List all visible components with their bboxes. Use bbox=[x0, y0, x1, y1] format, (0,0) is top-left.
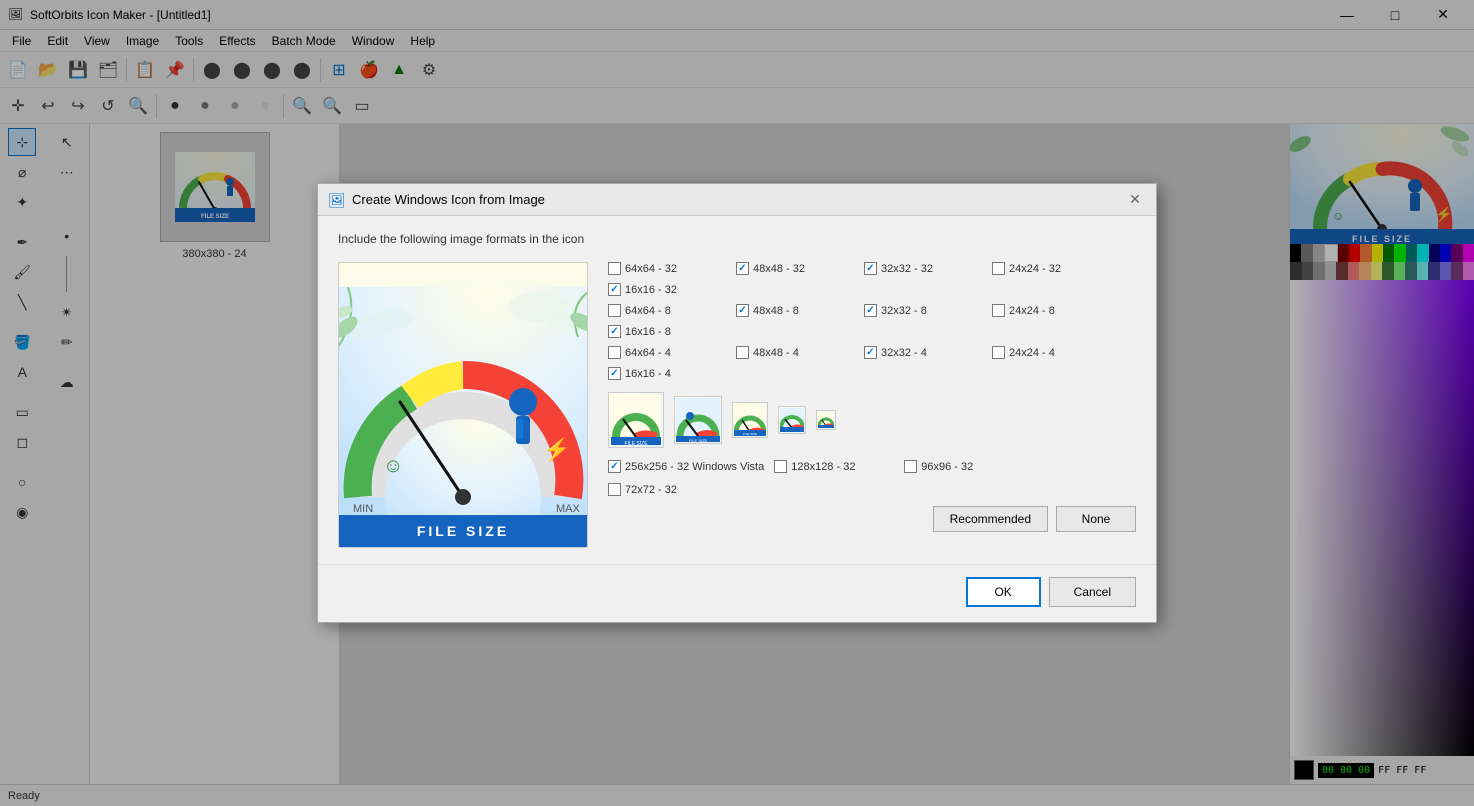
action-buttons-row: Recommended None bbox=[608, 506, 1136, 532]
svg-text:MIN: MIN bbox=[353, 503, 373, 515]
cb-24x24-8-label: 24x24 - 8 bbox=[1009, 305, 1055, 317]
cb-48x48-32-label: 48x48 - 32 bbox=[753, 263, 805, 275]
cb-32x32-8-label: 32x32 - 8 bbox=[881, 305, 927, 317]
cb-96x96-32: 96x96 - 32 bbox=[904, 460, 1024, 473]
cb-32x32-32-box[interactable] bbox=[864, 262, 877, 275]
thumb-24-img bbox=[778, 406, 806, 434]
thumb-32: FILE SIZE bbox=[732, 402, 768, 438]
dialog-title: Create Windows Icon from Image bbox=[352, 192, 1124, 207]
thumb-24 bbox=[778, 406, 806, 434]
cb-256x256-vista: 256x256 - 32 Windows Vista bbox=[608, 460, 764, 473]
checkbox-row-32bpp: 64x64 - 32 48x48 - 32 32x32 - 32 bbox=[608, 262, 1136, 296]
cb-32x32-8-box[interactable] bbox=[864, 304, 877, 317]
cb-24x24-4: 24x24 - 4 bbox=[992, 346, 1112, 359]
ok-button[interactable]: OK bbox=[966, 577, 1041, 607]
svg-text:⚡: ⚡ bbox=[543, 437, 570, 463]
dialog-preview: ⚡ ☺ MIN MAX FILE SIZE bbox=[338, 262, 588, 548]
cb-72x72-32: 72x72 - 32 bbox=[608, 483, 728, 496]
cb-16x16-8-box[interactable] bbox=[608, 325, 621, 338]
svg-text:MAX: MAX bbox=[556, 503, 581, 515]
dialog-instruction: Include the following image formats in t… bbox=[338, 232, 1136, 246]
cb-48x48-4-label: 48x48 - 4 bbox=[753, 347, 799, 359]
dialog-icon: 🖼 bbox=[328, 192, 344, 208]
options-panel: 64x64 - 32 48x48 - 32 32x32 - 32 bbox=[608, 262, 1136, 548]
recommended-button[interactable]: Recommended bbox=[933, 506, 1048, 532]
cb-48x48-8-label: 48x48 - 8 bbox=[753, 305, 799, 317]
cb-16x16-4-label: 16x16 - 4 bbox=[625, 368, 671, 380]
dialog-close-button[interactable]: ✕ bbox=[1124, 189, 1146, 211]
cb-16x16-8: 16x16 - 8 bbox=[608, 325, 728, 338]
cb-24x24-8: 24x24 - 8 bbox=[992, 304, 1112, 317]
cancel-button[interactable]: Cancel bbox=[1049, 577, 1136, 607]
cb-32x32-4-label: 32x32 - 4 bbox=[881, 347, 927, 359]
svg-text:FILE SIZE: FILE SIZE bbox=[417, 523, 509, 539]
cb-64x64-8-label: 64x64 - 8 bbox=[625, 305, 671, 317]
cb-256x256-box[interactable] bbox=[608, 460, 621, 473]
cb-72x72-label: 72x72 - 32 bbox=[625, 484, 677, 496]
cb-32x32-32: 32x32 - 32 bbox=[864, 262, 984, 275]
cb-64x64-4-label: 64x64 - 4 bbox=[625, 347, 671, 359]
cb-96x96-label: 96x96 - 32 bbox=[921, 461, 973, 473]
cb-72x72-box[interactable] bbox=[608, 483, 621, 496]
cb-16x16-32-label: 16x16 - 32 bbox=[625, 284, 677, 296]
cb-32x32-32-label: 32x32 - 32 bbox=[881, 263, 933, 275]
cb-48x48-32: 48x48 - 32 bbox=[736, 262, 856, 275]
checkbox-row-4bpp: 64x64 - 4 48x48 - 4 32x32 - 4 24x24 bbox=[608, 346, 1136, 380]
cb-16x16-4-box[interactable] bbox=[608, 367, 621, 380]
create-icon-dialog: 🖼 Create Windows Icon from Image ✕ Inclu… bbox=[317, 183, 1157, 623]
dialog-body: Include the following image formats in t… bbox=[318, 216, 1156, 564]
cb-16x16-32-box[interactable] bbox=[608, 283, 621, 296]
cb-48x48-32-box[interactable] bbox=[736, 262, 749, 275]
svg-text:FILE SIZE: FILE SIZE bbox=[743, 432, 757, 436]
checkbox-row-8bpp: 64x64 - 8 48x48 - 8 32x32 - 8 24x24 bbox=[608, 304, 1136, 338]
cb-48x48-8-box[interactable] bbox=[736, 304, 749, 317]
svg-text:FILE SIZE: FILE SIZE bbox=[624, 441, 648, 445]
dialog-footer: OK Cancel bbox=[318, 564, 1156, 619]
cb-16x16-4: 16x16 - 4 bbox=[608, 367, 728, 380]
modal-overlay: 🖼 Create Windows Icon from Image ✕ Inclu… bbox=[0, 0, 1474, 806]
none-button[interactable]: None bbox=[1056, 506, 1136, 532]
cb-24x24-32-label: 24x24 - 32 bbox=[1009, 263, 1061, 275]
dialog-preview-svg: ⚡ ☺ MIN MAX FILE SIZE bbox=[338, 287, 588, 547]
cb-64x64-4: 64x64 - 4 bbox=[608, 346, 728, 359]
thumb-64-img: FILE SIZE bbox=[608, 392, 664, 448]
cb-48x48-4-box[interactable] bbox=[736, 346, 749, 359]
cb-16x16-8-label: 16x16 - 8 bbox=[625, 326, 671, 338]
cb-256x256-label: 256x256 - 32 Windows Vista bbox=[625, 461, 764, 473]
cb-48x48-4: 48x48 - 4 bbox=[736, 346, 856, 359]
cb-24x24-4-label: 24x24 - 4 bbox=[1009, 347, 1055, 359]
cb-24x24-32: 24x24 - 32 bbox=[992, 262, 1112, 275]
cb-24x24-32-box[interactable] bbox=[992, 262, 1005, 275]
cb-128x128-label: 128x128 - 32 bbox=[791, 461, 855, 473]
cb-32x32-8: 32x32 - 8 bbox=[864, 304, 984, 317]
cb-32x32-4-box[interactable] bbox=[864, 346, 877, 359]
svg-text:☺: ☺ bbox=[383, 455, 403, 477]
cb-48x48-8: 48x48 - 8 bbox=[736, 304, 856, 317]
icon-thumbnails: FILE SIZE bbox=[608, 392, 1136, 448]
cb-128x128-32: 128x128 - 32 bbox=[774, 460, 894, 473]
thumb-48: FILE SIZE bbox=[674, 396, 722, 444]
cb-64x64-8: 64x64 - 8 bbox=[608, 304, 728, 317]
thumb-64: FILE SIZE bbox=[608, 392, 664, 448]
svg-text:FILE SIZE: FILE SIZE bbox=[689, 438, 708, 442]
cb-64x64-32: 64x64 - 32 bbox=[608, 262, 728, 275]
dialog-content: ⚡ ☺ MIN MAX FILE SIZE bbox=[338, 262, 1136, 548]
cb-32x32-4: 32x32 - 4 bbox=[864, 346, 984, 359]
cb-16x16-32: 16x16 - 32 bbox=[608, 283, 728, 296]
cb-64x64-32-label: 64x64 - 32 bbox=[625, 263, 677, 275]
vista-checkboxes-row: 256x256 - 32 Windows Vista 128x128 - 32 … bbox=[608, 460, 1136, 496]
cb-96x96-box[interactable] bbox=[904, 460, 917, 473]
cb-128x128-box[interactable] bbox=[774, 460, 787, 473]
cb-24x24-8-box[interactable] bbox=[992, 304, 1005, 317]
thumb-16 bbox=[816, 410, 836, 430]
dialog-title-bar: 🖼 Create Windows Icon from Image ✕ bbox=[318, 184, 1156, 216]
cb-24x24-4-box[interactable] bbox=[992, 346, 1005, 359]
cb-64x64-32-box[interactable] bbox=[608, 262, 621, 275]
cb-64x64-4-box[interactable] bbox=[608, 346, 621, 359]
thumb-32-img: FILE SIZE bbox=[732, 402, 768, 438]
thumb-16-img bbox=[816, 410, 836, 430]
cb-64x64-8-box[interactable] bbox=[608, 304, 621, 317]
thumb-48-img: FILE SIZE bbox=[674, 396, 722, 444]
